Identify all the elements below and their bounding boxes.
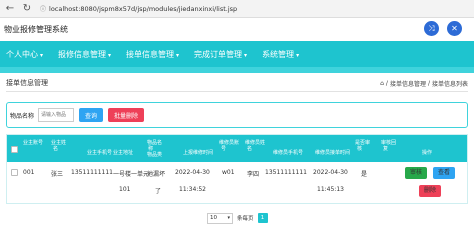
batch-delete-button[interactable]: 批量删除 (108, 108, 145, 122)
search-label: 物品名称 (10, 112, 35, 120)
data-table: 业主账号 业主姓 名 业主手机号 业主地址 物品名 称 物品类 上报维修时间 维… (6, 134, 468, 204)
breadcrumb-item: 接单信息列表 (431, 80, 468, 88)
page-title: 接单信息管理 (6, 79, 48, 87)
cell-accept-time: 2022-04-30 (313, 169, 348, 176)
col-owner-account: 业主账号 (23, 140, 44, 146)
cell-item-type: 地漏坏 (147, 171, 166, 178)
view-button[interactable]: 查看 (433, 167, 455, 179)
page-size-label: 条每页 (237, 216, 254, 222)
shuffle-icon[interactable]: ⤨ (424, 21, 439, 36)
col-repairer-phone: 维修员手机号 (273, 150, 304, 156)
cell-repairer-account: w01 (222, 169, 235, 176)
close-icon[interactable]: ✕ (447, 21, 462, 36)
nav-item-repair-info[interactable]: 报修信息管理 ▾ (58, 49, 111, 60)
pagination: 10 ▾ 条每页 1 (207, 212, 268, 224)
cell-owner-name: 张三 (51, 171, 64, 178)
breadcrumb: ⌂ / 接单信息管理 / 接单信息列表 (380, 79, 468, 88)
col-reply-suffix: 复 (383, 146, 389, 152)
info-icon: ⓘ (40, 6, 47, 13)
col-actions: 操作 (422, 150, 433, 156)
cell-repairer-phone: 13511111111 (265, 169, 307, 176)
search-button[interactable]: 查询 (79, 108, 104, 122)
nav-item-completed-orders[interactable]: 完成订单管理 ▾ (194, 49, 247, 60)
cell-approved: 是 (361, 171, 368, 178)
address-bar[interactable]: ⓘ localhost:8080/jspm8x57d/jsp/modules/j… (40, 4, 238, 14)
page-number-current[interactable]: 1 (257, 213, 268, 223)
site-title: 物业报修管理系统 (4, 24, 68, 34)
main-nav: 个人中心 ▾ 报修信息管理 ▾ 接单信息管理 ▾ 完成订单管理 ▾ 系统管理 ▾ (0, 41, 474, 67)
col-approved-suffix: 核 (357, 146, 363, 152)
page-size-select[interactable]: 10 ▾ (207, 212, 233, 224)
search-bar: 物品名称 查询 批量删除 (6, 102, 468, 128)
cell-owner-phone: 13511111111 (71, 169, 113, 176)
home-icon[interactable]: ⌂ (380, 80, 384, 87)
col-owner-phone: 业主手机号 (87, 150, 113, 156)
cell-item-type-extra: 了 (155, 188, 162, 195)
site-header: 物业报修管理系统 ⤨ ✕ (0, 18, 474, 40)
nav-item-personal-center[interactable]: 个人中心 ▾ (6, 49, 43, 60)
nav-item-order-info[interactable]: 接单信息管理 ▾ (126, 49, 179, 60)
approve-button[interactable]: 审核 (405, 167, 427, 179)
page-header: 接单信息管理 ⌂ / 接单信息管理 / 接单信息列表 (6, 76, 468, 90)
col-repairer-name-suffix: 名 (247, 146, 253, 152)
cell-report-time: 2022-04-30 (175, 169, 210, 176)
cell-owner-address-extra: 101 (119, 186, 131, 193)
nav-item-system[interactable]: 系统管理 ▾ (262, 49, 299, 60)
col-report-time: 上报维修时间 (183, 150, 214, 156)
browser-bar: ← ↻ ⓘ localhost:8080/jspm8x57d/jsp/modul… (0, 0, 474, 18)
url-text: localhost:8080/jspm8x57d/jsp/modules/jie… (49, 4, 238, 13)
row-checkbox[interactable] (11, 169, 18, 176)
arrow-left-icon[interactable]: ← (3, 2, 17, 16)
refresh-icon[interactable]: ↻ (20, 2, 34, 16)
col-owner-name-suffix: 名 (53, 146, 59, 152)
col-repairer-account-suffix: 号 (221, 146, 227, 152)
nav-underbar (0, 67, 474, 73)
col-owner-address: 业主地址 (113, 150, 134, 156)
cell-repairer-name: 李四 (247, 171, 260, 178)
divider (6, 91, 468, 92)
delete-button[interactable]: 删除 (419, 185, 441, 197)
col-item-type: 物品类 (147, 152, 163, 158)
cell-owner-account: 001 (23, 169, 35, 176)
select-all-checkbox[interactable] (11, 146, 18, 153)
chevron-down-icon: ▾ (227, 215, 230, 221)
table-header: 业主账号 业主姓 名 业主手机号 业主地址 物品名 称 物品类 上报维修时间 维… (7, 135, 467, 162)
search-input[interactable] (38, 108, 75, 122)
table-row: 001 张三 13511111111 一号楼一单元 101 地漏坏 了 2022… (7, 162, 467, 203)
cell-owner-address: 一号楼一单元 (113, 171, 150, 178)
cell-report-time-extra: 11:34:52 (179, 186, 206, 193)
col-accept-time: 维修员接单时间 (315, 150, 351, 156)
breadcrumb-item[interactable]: 接单信息管理 (390, 79, 426, 88)
cell-accept-time-extra: 11:45:13 (317, 186, 344, 193)
